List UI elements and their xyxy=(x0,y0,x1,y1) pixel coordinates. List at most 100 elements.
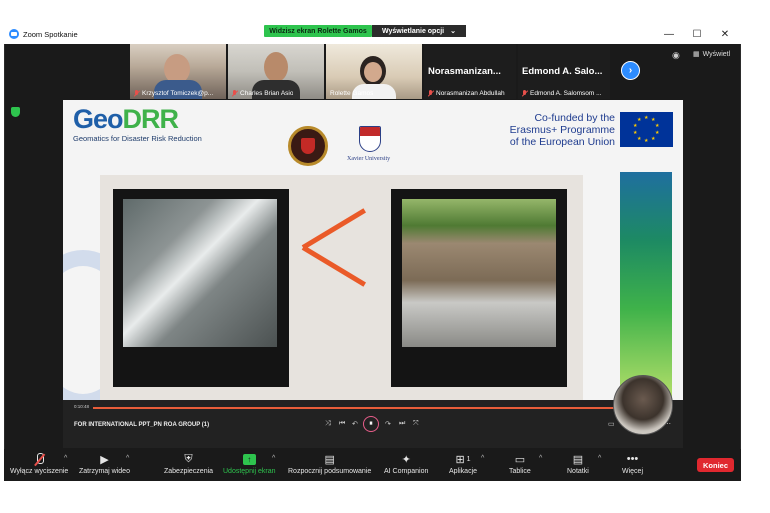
next-icon[interactable]: ⏭ xyxy=(399,420,405,428)
participant-tile[interactable]: Rolette Gamos xyxy=(326,44,422,99)
participant-name-label: Rolette Gamos xyxy=(330,90,373,97)
chevron-up-icon[interactable]: ^ xyxy=(481,455,484,462)
participant-name-label: Krzysztof Tomiczek@p... xyxy=(134,90,213,97)
shield-icon: ⛨ xyxy=(184,452,193,465)
title-bar: Zoom Spotkanie Widzisz ekran Rolette Gam… xyxy=(4,24,741,44)
media-player-bar: 0:10:48 0:00:01 FOR INTERNATIONAL PPT_PN… xyxy=(63,400,683,448)
participant-name: Edmond A. Salomsom ... xyxy=(530,90,602,97)
pause-button[interactable]: ⏸ xyxy=(363,416,379,432)
mic-muted-icon xyxy=(34,452,45,466)
participant-name: Norasmanizan Abdullah xyxy=(436,90,505,97)
speaker-view-icon[interactable]: ◉ xyxy=(672,50,680,61)
apps-icon: ⊞ xyxy=(455,453,465,466)
notes-button[interactable]: ▤ Notatki xyxy=(567,451,589,476)
share-screen-button[interactable]: ↑ Udostępnij ekran xyxy=(223,451,276,475)
participant-display-name: Norasmanizan... xyxy=(428,66,501,77)
participant-tile[interactable]: Norasmanizan... Norasmanizan Abdullah xyxy=(424,44,516,99)
more-label: Więcej xyxy=(622,468,644,475)
cofunded-line: of the European Union xyxy=(509,136,615,148)
logo-subtitle: Geomatics for Disaster Risk Reduction xyxy=(73,134,202,143)
chevron-up-icon[interactable]: ^ xyxy=(272,455,275,462)
more-icon: ••• xyxy=(626,453,639,465)
share-screen-label: Udostępnij ekran xyxy=(223,468,276,475)
cofunded-line: Erasmus+ Programme xyxy=(509,124,615,136)
chevron-up-icon[interactable]: ^ xyxy=(126,455,129,462)
logo-text: Ge xyxy=(73,104,108,134)
rewind-icon[interactable]: ↶ xyxy=(352,420,358,428)
landslide-photo xyxy=(123,199,277,347)
security-button[interactable]: ⛨ Zabezpieczenia xyxy=(164,451,214,476)
participant-tile[interactable]: Edmond A. Salo... Edmond A. Salomsom ... xyxy=(518,44,610,99)
meeting-toolbar: Wyłącz wyciszenie ^ ▶ Zatrzymaj wideo ^ … xyxy=(4,449,741,481)
participant-name: Rolette Gamos xyxy=(330,90,374,97)
participant-name-label: Norasmanizan Abdullah xyxy=(428,90,505,97)
participant-video xyxy=(364,62,382,82)
chevron-up-icon[interactable]: ^ xyxy=(64,455,67,462)
end-meeting-button[interactable]: Koniec xyxy=(697,458,734,472)
unmute-label: Wyłącz wyciszenie xyxy=(10,468,69,475)
view-options-button[interactable]: Wyświetlanie opcji ⌄ xyxy=(372,25,466,37)
logo-text: o xyxy=(107,104,123,134)
security-label: Zabezpieczenia xyxy=(164,468,214,475)
apps-button[interactable]: ⊞ 1 Aplikacje xyxy=(449,451,478,476)
start-summary-label: Rozpocznij podsumowanie xyxy=(288,468,372,475)
participant-name-label: Edmond A. Salomsom ... xyxy=(522,90,602,97)
apps-label: Aplikacje xyxy=(449,468,478,475)
zoom-app-icon xyxy=(9,29,19,39)
whiteboard-icon: ▭ xyxy=(514,453,526,466)
ai-companion-button[interactable]: ✦ AI Companion xyxy=(384,451,428,476)
logo-text: DRR xyxy=(122,104,179,134)
forward-icon[interactable]: ↷ xyxy=(385,420,391,428)
geodrr-logo: GeoDRR Geomatics for Disaster Risk Reduc… xyxy=(73,104,202,144)
shared-screen-slide: GeoDRR Geomatics for Disaster Risk Reduc… xyxy=(63,100,683,400)
sparkle-icon: ✦ xyxy=(401,453,411,466)
xavier-university-logo xyxy=(359,126,381,152)
stop-video-label: Zatrzymaj wideo xyxy=(79,468,130,475)
eu-flag: ★ ★ ★ ★ ★ ★ ★ ★ ★ ★ xyxy=(620,112,673,147)
next-page-icon[interactable]: › xyxy=(621,61,640,80)
stop-video-button[interactable]: ▶ Zatrzymaj wideo xyxy=(79,451,130,476)
participant-tile[interactable]: Krzysztof Tomiczek@p... xyxy=(130,44,226,99)
participant-name-label: Charles Brian Asio xyxy=(232,90,293,97)
chevron-up-icon[interactable]: ^ xyxy=(539,455,542,462)
window-title: Zoom Spotkanie xyxy=(23,29,78,39)
apps-count-badge: 1 xyxy=(466,455,471,463)
repeat-icon[interactable]: ⤧ xyxy=(413,420,419,428)
participant-display-name: Edmond A. Salo... xyxy=(522,66,603,77)
participant-gallery: Krzysztof Tomiczek@p... Charles Brian As… xyxy=(130,44,610,100)
grid-icon: ▦ xyxy=(693,51,700,58)
unmute-button[interactable]: Wyłącz wyciszenie xyxy=(10,451,68,475)
more-button[interactable]: ••• Więcej xyxy=(622,451,643,475)
progress-fill xyxy=(93,407,639,409)
participant-video xyxy=(264,52,288,82)
view-options-label: Wyświetlanie opcji xyxy=(382,27,445,35)
mic-muted-icon xyxy=(134,90,140,97)
previous-icon[interactable]: ⏮ xyxy=(339,420,345,428)
participant-name: Charles Brian Asio xyxy=(240,90,294,97)
shuffle-icon[interactable]: ⤨ xyxy=(325,420,331,428)
participant-tile[interactable]: Charles Brian Asio xyxy=(228,44,324,99)
chevron-up-icon[interactable]: ^ xyxy=(598,455,601,462)
maximize-button[interactable]: ☐ xyxy=(683,24,711,44)
progress-slider[interactable] xyxy=(93,407,655,409)
current-time: 0:10:48 xyxy=(74,404,90,409)
summary-icon: ▤ xyxy=(324,453,335,466)
whiteboards-button[interactable]: ▭ Tablice xyxy=(509,451,531,476)
encryption-shield-icon[interactable] xyxy=(11,107,20,117)
view-button-label: Wyświetl xyxy=(702,50,731,58)
notes-label: Notatki xyxy=(567,468,589,475)
participant-name: Krzysztof Tomiczek@p... xyxy=(142,90,214,97)
xavier-university-label: Xavier University xyxy=(347,156,391,162)
subtitles-icon[interactable]: ▭ xyxy=(608,420,615,428)
view-button[interactable]: ▦ Wyświetl xyxy=(693,50,731,59)
media-title: FOR INTERNATIONAL PPT_PN ROA GROUP (1) xyxy=(74,422,210,428)
self-view-avatar[interactable] xyxy=(613,375,673,435)
mic-muted-icon xyxy=(428,90,434,97)
cofunded-line: Co-funded by the xyxy=(534,112,615,124)
minimize-button[interactable]: — xyxy=(655,24,683,44)
share-screen-icon: ↑ xyxy=(242,453,256,465)
close-button[interactable]: ✕ xyxy=(711,24,739,44)
start-summary-button[interactable]: ▤ Rozpocznij podsumowanie xyxy=(288,451,372,476)
chevron-down-icon: ⌄ xyxy=(450,28,456,35)
retaining-wall-photo xyxy=(402,199,556,347)
